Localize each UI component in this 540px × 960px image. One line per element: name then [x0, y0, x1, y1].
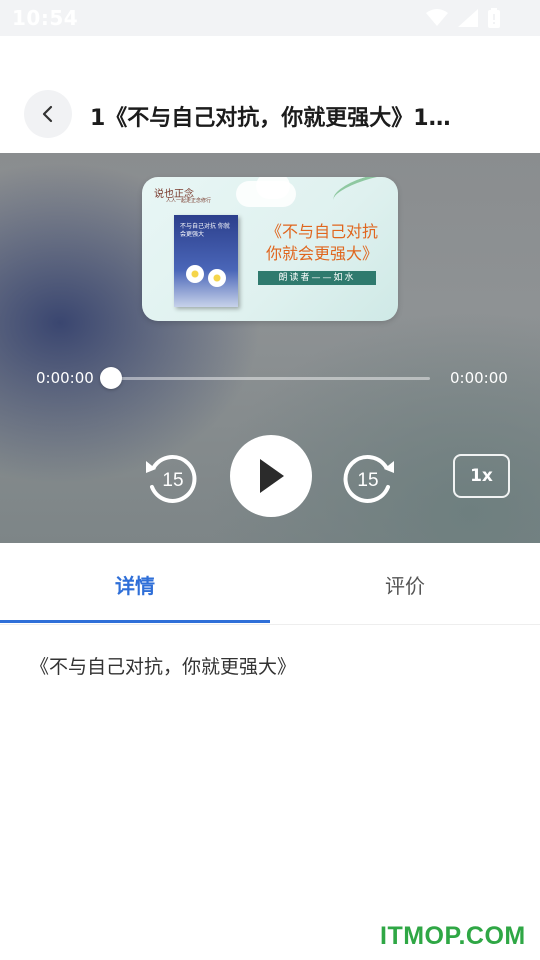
progress-bar[interactable] [110, 377, 430, 380]
rewind-15-button[interactable]: 15 [140, 449, 200, 505]
book-title: 不与自己对抗 你就会更强大 [180, 223, 230, 238]
page-title: 1《不与自己对抗，你就更强大》1… [90, 106, 451, 131]
book-image: 不与自己对抗 你就会更强大 [174, 215, 238, 307]
bamboo-leaf-decoration [330, 177, 398, 212]
rewind-seconds: 15 [162, 470, 183, 491]
total-time: 0:00:00 [450, 369, 508, 387]
cover-reader: 朗读者——如水 [258, 271, 376, 285]
tab-bar: 详情 评价 [0, 543, 540, 625]
cover-title: 《不与自己对抗 你就会更强大》 [252, 221, 392, 265]
battery-icon [488, 8, 500, 28]
wifi-icon [426, 9, 448, 26]
play-icon [260, 459, 284, 493]
audio-player: 说也正念 人人一起走正念修行 不与自己对抗 你就会更强大 《不与自己对抗 你就会… [0, 153, 540, 543]
back-button[interactable] [24, 90, 72, 138]
cover-brand-sub: 人人一起走正念修行 [166, 198, 212, 204]
watermark-logo: ITMOP.COM [380, 922, 526, 950]
forward-icon: 15 [343, 454, 394, 503]
tab-details[interactable]: 详情 [0, 543, 270, 625]
play-button[interactable] [230, 435, 312, 517]
cover-title-line2: 你就会更强大》 [265, 244, 378, 263]
status-icons [426, 8, 500, 28]
cloud-decoration [256, 177, 290, 199]
forward-seconds: 15 [357, 470, 378, 491]
forward-15-button[interactable]: 15 [340, 449, 400, 505]
details-description: 《不与自己对抗，你就更强大》 [30, 656, 297, 678]
album-cover: 说也正念 人人一起走正念修行 不与自己对抗 你就会更强大 《不与自己对抗 你就会… [142, 177, 398, 321]
header: 1《不与自己对抗，你就更强大》1… [0, 36, 540, 153]
chevron-left-icon [42, 105, 53, 123]
status-bar: 10:54 [0, 0, 540, 36]
cover-title-line1: 《不与自己对抗 [265, 222, 378, 241]
tab-reviews[interactable]: 评价 [270, 543, 540, 625]
flower-decoration [186, 265, 204, 283]
signal-icon [458, 9, 478, 27]
current-time: 0:00:00 [36, 369, 94, 387]
flower-decoration [208, 269, 226, 287]
rewind-icon: 15 [146, 454, 197, 503]
active-tab-indicator [0, 620, 270, 623]
playback-speed-button[interactable]: 1x [453, 454, 510, 498]
status-time: 10:54 [12, 6, 79, 30]
progress-thumb[interactable] [100, 367, 122, 389]
